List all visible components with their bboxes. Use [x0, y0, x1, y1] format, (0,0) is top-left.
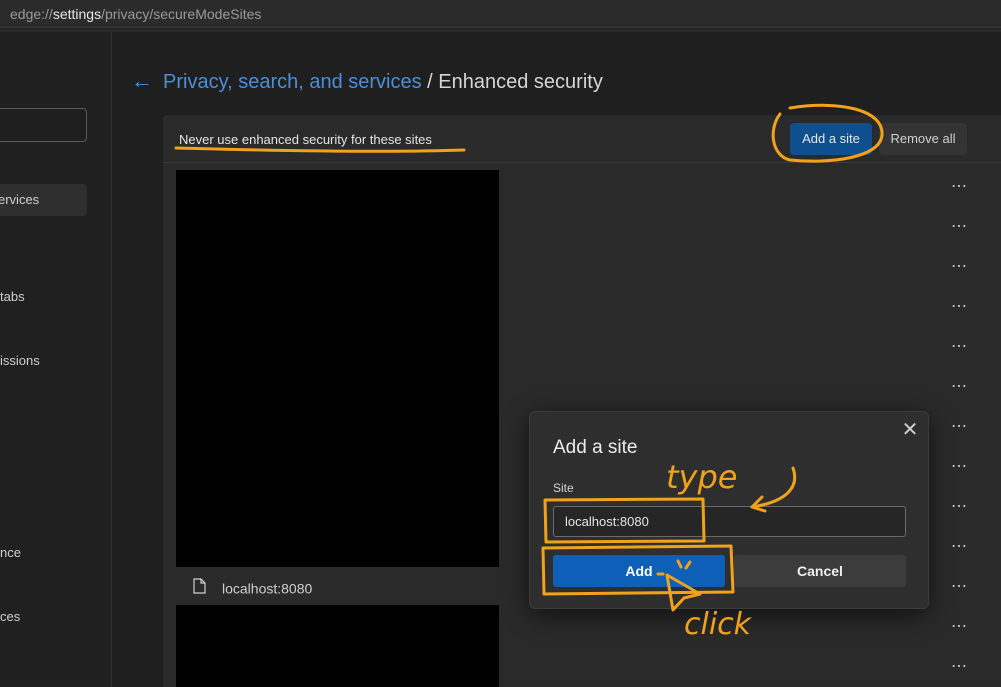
- close-icon[interactable]: ✕: [900, 420, 920, 440]
- breadcrumb-link-privacy[interactable]: Privacy, search, and services: [163, 71, 422, 93]
- redacted-region: [176, 170, 499, 567]
- remove-all-button[interactable]: Remove all: [879, 123, 967, 155]
- file-icon: [193, 578, 206, 599]
- sidebar-item-services[interactable]: ces: [0, 609, 20, 624]
- sidebar-item-label: nce: [0, 545, 21, 560]
- more-options-icon[interactable]: ⋯: [951, 339, 967, 355]
- sidebar-item-privacy[interactable]: ervices: [0, 184, 87, 216]
- settings-sidebar: ervices tabs issions nce ces: [0, 32, 112, 687]
- more-options-icon[interactable]: ⋯: [951, 499, 967, 515]
- site-field-label: Site: [553, 481, 574, 495]
- sidebar-item-appearance[interactable]: nce: [0, 545, 21, 560]
- list-item: localhost:8080: [193, 578, 312, 598]
- toolbar-divider: [0, 29, 1001, 32]
- more-options-icon[interactable]: ⋯: [951, 259, 967, 275]
- add-site-dialog: Add a site ✕ Site Add Cancel: [529, 411, 929, 609]
- site-label: localhost:8080: [222, 580, 313, 597]
- back-arrow-icon[interactable]: ←: [131, 68, 153, 94]
- more-options-icon[interactable]: ⋯: [951, 659, 967, 675]
- more-options-icon[interactable]: ⋯: [951, 379, 967, 395]
- sidebar-item-label: ervices: [0, 192, 40, 207]
- more-options-icon[interactable]: ⋯: [951, 419, 967, 435]
- breadcrumb-separator: /: [421, 71, 439, 93]
- more-options-icon[interactable]: ⋯: [951, 179, 967, 195]
- more-options-icon[interactable]: ⋯: [951, 579, 967, 595]
- add-site-button[interactable]: Add a site: [790, 123, 872, 155]
- breadcrumb: Privacy, search, and services / Enhanced…: [163, 71, 603, 94]
- more-options-icon[interactable]: ⋯: [951, 459, 967, 475]
- dialog-title: Add a site: [553, 437, 638, 458]
- panel-header: Never use enhanced security for these si…: [163, 115, 1001, 163]
- sidebar-item-permissions[interactable]: issions: [0, 353, 40, 368]
- redacted-region: [176, 605, 499, 687]
- settings-search-input[interactable]: [0, 108, 87, 142]
- site-input[interactable]: [553, 506, 906, 537]
- more-options-icon[interactable]: ⋯: [951, 299, 967, 315]
- panel-title: Never use enhanced security for these si…: [179, 132, 432, 147]
- sidebar-item-label: issions: [0, 353, 40, 368]
- page-title: Enhanced security: [438, 71, 603, 93]
- more-options-icon[interactable]: ⋯: [951, 539, 967, 555]
- more-options-icon[interactable]: ⋯: [951, 619, 967, 635]
- dialog-cancel-button[interactable]: Cancel: [734, 555, 906, 587]
- sidebar-item-tabs[interactable]: tabs: [0, 289, 25, 304]
- sidebar-item-label: ces: [0, 609, 21, 624]
- dialog-add-button[interactable]: Add: [553, 555, 725, 587]
- more-options-icon[interactable]: ⋯: [951, 219, 967, 235]
- address-bar[interactable]: edge://settings/privacy/secureModeSites: [0, 0, 1001, 28]
- sidebar-item-label: tabs: [0, 289, 25, 304]
- address-url[interactable]: edge://settings/privacy/secureModeSites: [10, 6, 261, 22]
